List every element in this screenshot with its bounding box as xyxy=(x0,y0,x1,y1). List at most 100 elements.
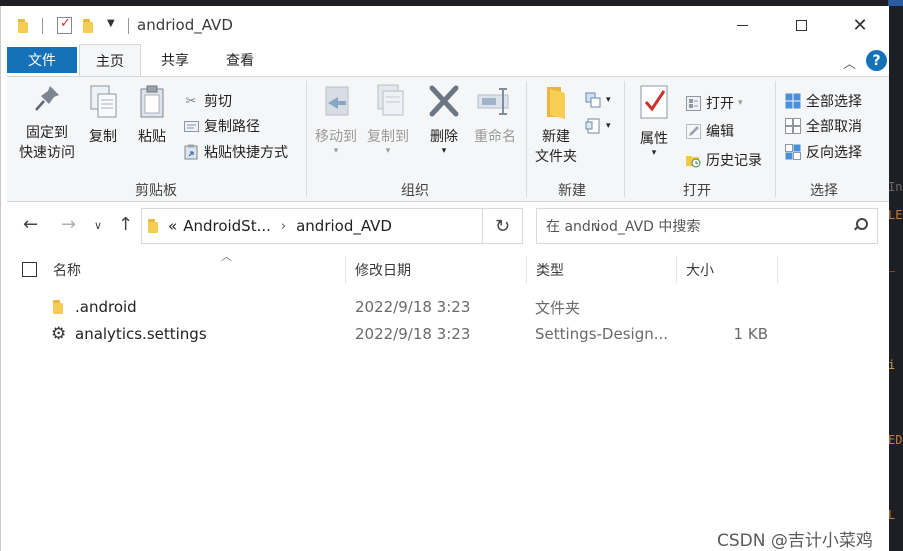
copy-to-icon xyxy=(377,84,404,116)
column-header-name[interactable]: 名称 ︿ xyxy=(45,250,346,284)
history-label: 历史记录 xyxy=(706,153,762,169)
maximize-button[interactable] xyxy=(778,6,824,44)
column-header-size[interactable]: 大小 xyxy=(678,256,778,284)
edit-pencil-icon xyxy=(685,123,701,139)
rename-button[interactable]: 重命名 xyxy=(469,83,521,147)
column-header-date[interactable]: 修改日期 xyxy=(347,256,527,284)
select-all-icon xyxy=(785,93,801,109)
background-editor: In LE _ i ED L xyxy=(888,0,903,551)
properties-icon xyxy=(640,85,668,119)
search-icon[interactable] xyxy=(853,218,868,232)
paste-button[interactable]: 粘贴 xyxy=(131,83,173,147)
column-header-type[interactable]: 类型 xyxy=(528,256,677,284)
file-date: 2022/9/18 3:23 xyxy=(355,298,471,316)
pin-label-line2: 快速访问 xyxy=(19,145,75,161)
move-to-icon xyxy=(325,86,349,116)
delete-x-icon xyxy=(429,85,459,117)
group-label-open: 打开 xyxy=(683,183,711,199)
breadcrumb-item[interactable]: andriod_AVD xyxy=(296,217,392,235)
edit-button[interactable]: 编辑 xyxy=(685,120,734,142)
editor-token: In xyxy=(888,180,903,194)
close-button[interactable]: ✕ xyxy=(837,6,883,44)
breadcrumb-chevron-icon[interactable]: › xyxy=(281,219,286,234)
copy-to-dropdown-icon: ▾ xyxy=(385,146,391,156)
properties-quick-icon[interactable]: ✓ xyxy=(57,16,72,34)
copy-button[interactable]: 复制 xyxy=(83,83,123,147)
invert-selection-button[interactable]: 反向选择 xyxy=(785,141,862,163)
open-dropdown-icon: ▾ xyxy=(738,98,743,108)
select-all-checkbox[interactable] xyxy=(22,262,37,277)
open-button[interactable]: 打开 ▾ xyxy=(685,92,743,114)
help-button[interactable]: ? xyxy=(866,50,887,71)
group-label-organize: 组织 xyxy=(401,183,429,199)
window-title: andriod_AVD xyxy=(137,16,233,34)
up-arrow-icon[interactable]: ↑ xyxy=(118,214,133,235)
forward-arrow-icon[interactable]: → xyxy=(61,214,76,235)
tab-home[interactable]: 主页 xyxy=(79,44,141,77)
ribbon-tabs: 文件 主页 共享 查看 ︿ ? xyxy=(1,44,889,77)
address-bar[interactable]: « AndroidSt... › andriod_AVD ∨ xyxy=(141,208,601,244)
open-label: 打开 xyxy=(706,96,734,112)
tab-view[interactable]: 查看 xyxy=(209,44,271,76)
pin-label-line1: 固定到 xyxy=(26,125,68,141)
history-button[interactable]: 历史记录 xyxy=(685,149,762,171)
column-header-label: 大小 xyxy=(686,263,714,279)
breadcrumb-overflow[interactable]: « xyxy=(168,217,177,235)
back-arrow-icon[interactable]: ← xyxy=(23,214,38,235)
folder-icon xyxy=(53,294,63,320)
copy-path-label: 复制路径 xyxy=(204,119,260,135)
select-none-button[interactable]: 全部取消 xyxy=(785,115,862,137)
ribbon: 固定到 快速访问 复制 粘贴 ✂ 剪切 复制路径 粘贴快捷方式 剪贴板 移动到 … xyxy=(7,76,889,202)
copy-path-button[interactable]: 复制路径 xyxy=(183,115,260,137)
new-item-button[interactable]: ▾ xyxy=(585,89,611,111)
select-none-icon xyxy=(785,118,801,134)
cut-button[interactable]: ✂ 剪切 xyxy=(183,90,232,112)
recent-locations-chevron-icon[interactable]: ∨ xyxy=(94,219,102,232)
sort-ascending-icon: ︿ xyxy=(221,250,232,263)
select-none-label: 全部取消 xyxy=(806,119,862,135)
breadcrumb-item[interactable]: AndroidSt... xyxy=(183,217,271,235)
new-folder-button[interactable]: 新建 文件夹 xyxy=(531,83,581,167)
quick-access-dropdown-icon[interactable]: ▼ xyxy=(107,18,115,29)
file-name: analytics.settings xyxy=(75,325,207,343)
search-placeholder: 在 andriod_AVD 中搜索 xyxy=(546,219,701,235)
new-folder-icon xyxy=(547,87,565,119)
collapse-ribbon-chevron-icon[interactable]: ︿ xyxy=(843,53,856,72)
file-size: 1 KB xyxy=(733,325,768,343)
easy-access-button[interactable]: ▾ xyxy=(585,115,611,137)
select-all-button[interactable]: 全部选择 xyxy=(785,90,862,112)
properties-label: 属性 xyxy=(640,131,668,147)
file-name: .android xyxy=(75,298,137,316)
edit-label: 编辑 xyxy=(706,124,734,140)
search-input[interactable]: 在 andriod_AVD 中搜索 xyxy=(536,208,878,244)
navigation-bar: ← → ∨ ↑ « AndroidSt... › andriod_AVD ∨ ↻… xyxy=(1,206,889,246)
paste-shortcut-label: 粘贴快捷方式 xyxy=(204,145,288,161)
title-separator xyxy=(128,18,129,34)
refresh-icon: ↻ xyxy=(494,215,511,237)
paste-shortcut-icon xyxy=(183,144,199,160)
copy-label: 复制 xyxy=(89,129,117,145)
pin-to-quick-access-button[interactable]: 固定到 快速访问 xyxy=(13,83,81,163)
editor-token: _ xyxy=(888,258,896,272)
copy-to-button[interactable]: 复制到 ▾ xyxy=(363,83,413,156)
new-item-icon xyxy=(585,92,601,108)
close-icon: ✕ xyxy=(852,14,868,36)
paste-shortcut-button[interactable]: 粘贴快捷方式 xyxy=(183,141,288,163)
editor-token: ED xyxy=(888,433,903,447)
new-folder-quick-icon[interactable] xyxy=(83,16,93,36)
minimize-button[interactable] xyxy=(719,6,765,44)
tab-share[interactable]: 共享 xyxy=(145,44,205,76)
properties-button[interactable]: 属性 ▾ xyxy=(631,83,677,158)
window-folder-icon xyxy=(18,16,28,36)
easy-access-dropdown-icon: ▾ xyxy=(606,121,611,131)
file-row[interactable]: ⚙ analytics.settings 2022/9/18 3:23 Sett… xyxy=(1,321,889,347)
move-to-button[interactable]: 移动到 ▾ xyxy=(311,83,361,156)
address-folder-icon xyxy=(148,219,158,233)
tab-file[interactable]: 文件 xyxy=(7,47,77,73)
refresh-button[interactable]: ↻ xyxy=(483,208,523,244)
file-row[interactable]: .android 2022/9/18 3:23 文件夹 xyxy=(1,294,889,320)
delete-button[interactable]: 删除 ▾ xyxy=(423,83,465,156)
copy-icon xyxy=(90,85,117,118)
group-separator xyxy=(775,81,776,197)
maximize-icon xyxy=(795,19,807,31)
